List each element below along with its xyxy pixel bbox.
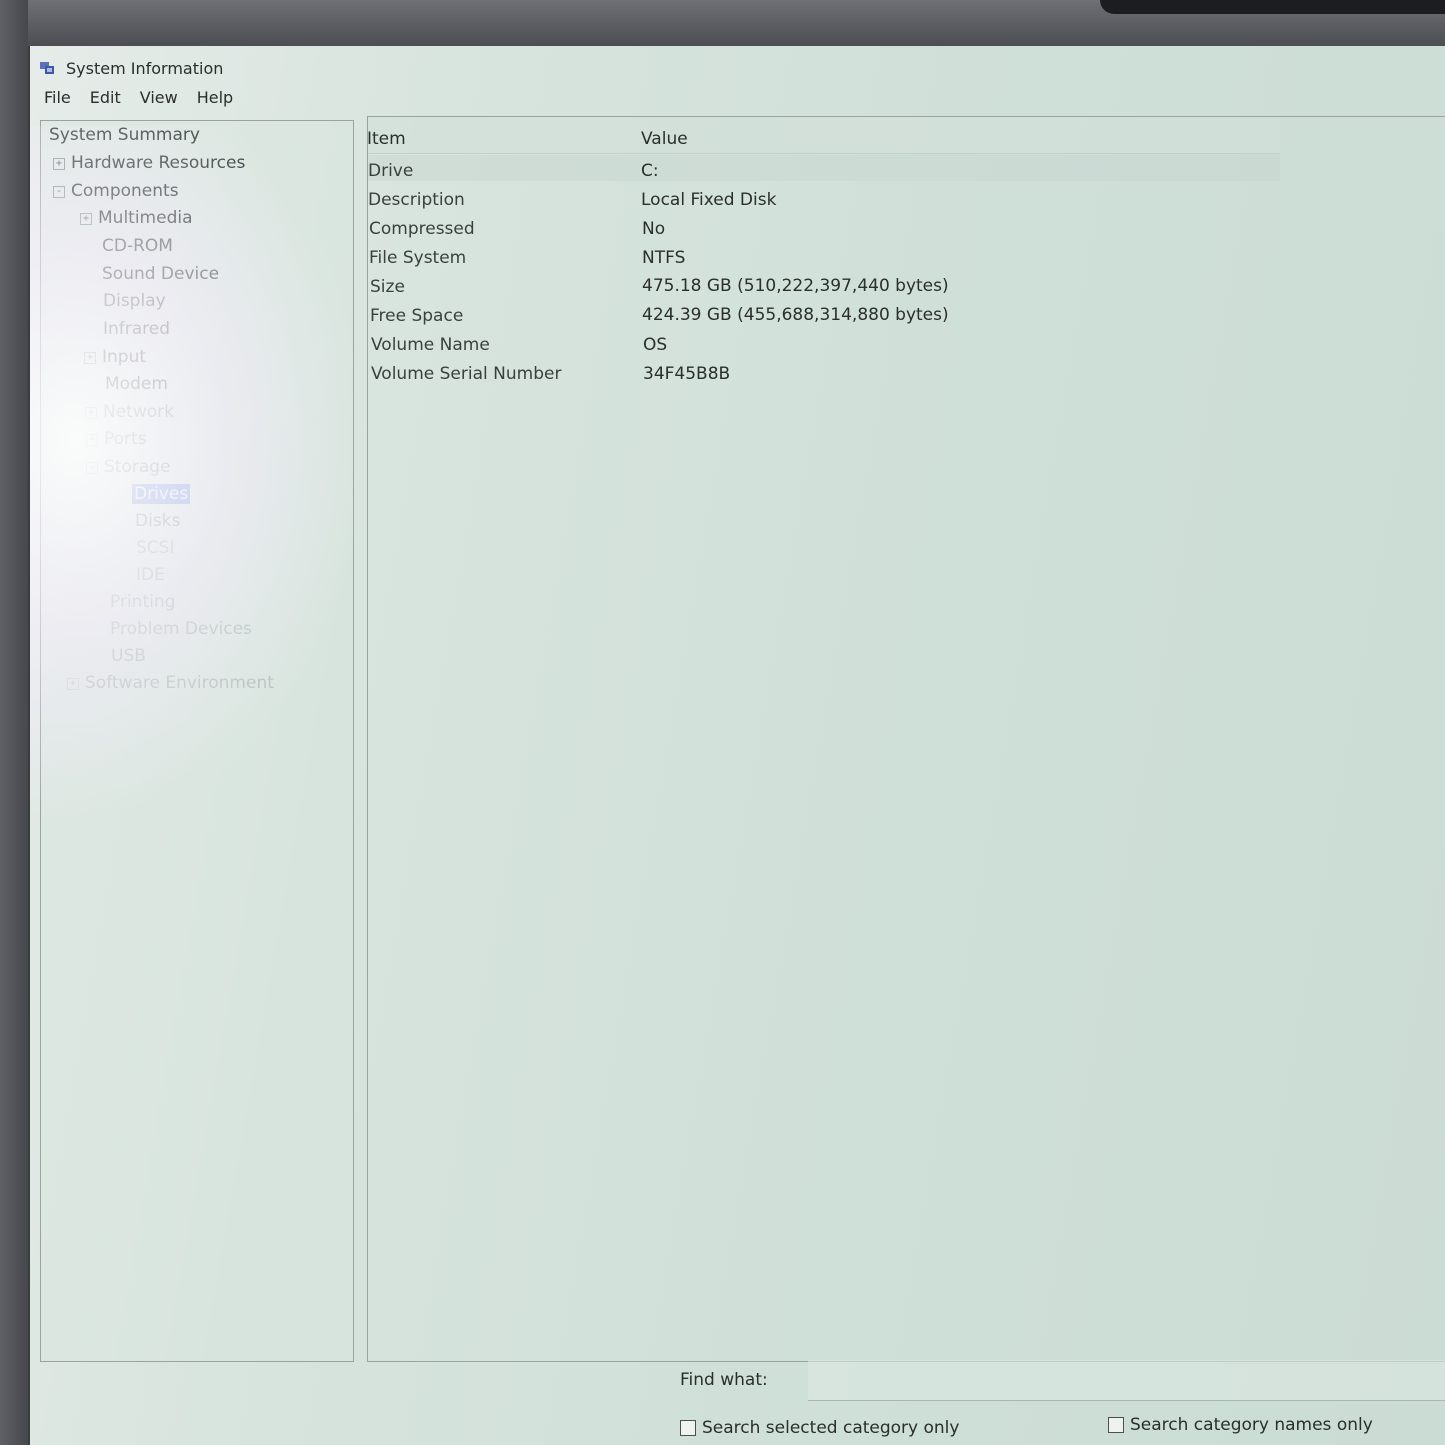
- expand-icon[interactable]: +: [84, 352, 96, 364]
- tree-item-label: Software Environment: [85, 673, 274, 693]
- expand-icon[interactable]: +: [67, 678, 79, 690]
- tree-item-disks[interactable]: Disks: [135, 511, 180, 531]
- tree-item-label: System Summary: [49, 125, 200, 145]
- menu-file[interactable]: File: [44, 86, 80, 112]
- tree-item-label: SCSI: [136, 538, 175, 558]
- search-selected-category-checkbox[interactable]: Search selected category only: [680, 1418, 959, 1438]
- tree-item-problem-devices[interactable]: Problem Devices: [110, 619, 252, 639]
- monitor-bezel-left: [0, 0, 28, 1445]
- tree-item-system-summary[interactable]: System Summary: [49, 125, 200, 145]
- tree-item-label: Printing: [110, 592, 176, 612]
- tree-item-network[interactable]: + Network: [85, 402, 174, 422]
- tree-item-storage[interactable]: - Storage: [86, 457, 171, 477]
- category-tree[interactable]: System Summary + Hardware Resources - Comp…: [40, 120, 354, 1362]
- list-header: [368, 117, 1280, 154]
- tree-item-input[interactable]: + Input: [84, 347, 146, 367]
- menu-edit[interactable]: Edit: [90, 86, 130, 112]
- checkbox-box[interactable]: [680, 1420, 696, 1436]
- row-item-file-system: File System: [369, 248, 467, 268]
- tree-item-ide[interactable]: IDE: [136, 565, 165, 585]
- collapse-icon[interactable]: -: [53, 186, 65, 198]
- column-header-label: Value: [641, 129, 688, 149]
- menu-view[interactable]: View: [140, 86, 187, 112]
- row-item-size: Size: [370, 277, 405, 297]
- column-header-value[interactable]: Value: [641, 129, 688, 149]
- tree-item-software-environment[interactable]: + Software Environment: [67, 673, 274, 693]
- tree-item-label: Input: [102, 347, 147, 367]
- expand-icon[interactable]: +: [53, 158, 65, 170]
- tree-item-multimedia[interactable]: + Multimedia: [80, 208, 193, 228]
- system-information-icon: [40, 62, 54, 74]
- tree-item-cd-rom[interactable]: CD-ROM: [102, 236, 173, 256]
- tree-item-hardware-resources[interactable]: + Hardware Resources: [53, 153, 245, 173]
- tree-item-usb[interactable]: USB: [111, 646, 146, 666]
- row-value-description: Local Fixed Disk: [641, 190, 777, 210]
- menu-bar: File Edit View Help: [44, 86, 252, 112]
- checkbox-label: Search selected category only: [702, 1418, 960, 1438]
- search-category-names-checkbox[interactable]: Search category names only: [1108, 1415, 1373, 1435]
- find-what-input[interactable]: [808, 1360, 1445, 1401]
- row-highlight: [368, 155, 1280, 181]
- tree-item-infrared[interactable]: Infrared: [103, 319, 170, 339]
- tree-item-label: Network: [103, 402, 174, 422]
- expand-icon[interactable]: +: [80, 213, 92, 225]
- tree-item-label: IDE: [136, 565, 165, 585]
- row-item-volume-serial-number: Volume Serial Number: [371, 364, 562, 384]
- row-value-size: 475.18 GB (510,222,397,440 bytes): [642, 276, 949, 296]
- system-information-window: System Information File Edit View Help S…: [30, 46, 1445, 1445]
- checkbox-box[interactable]: [1108, 1417, 1124, 1433]
- collapse-icon[interactable]: -: [86, 462, 98, 474]
- tree-item-scsi[interactable]: SCSI: [136, 538, 174, 558]
- checkbox-label: Search category names only: [1130, 1415, 1373, 1435]
- expand-icon[interactable]: +: [85, 407, 97, 419]
- column-header-item[interactable]: Item: [367, 129, 406, 149]
- tree-item-label: Modem: [105, 374, 168, 394]
- row-value-file-system: NTFS: [642, 248, 686, 268]
- row-item-volume-name: Volume Name: [371, 335, 490, 355]
- tree-item-display[interactable]: Display: [103, 291, 166, 311]
- tree-item-label: Hardware Resources: [71, 153, 246, 173]
- row-value-compressed: No: [642, 219, 666, 239]
- tree-item-label: Components: [71, 181, 179, 201]
- row-item-free-space: Free Space: [370, 306, 464, 326]
- tree-item-ports[interactable]: + Ports: [86, 429, 147, 449]
- title-bar: System Information: [30, 56, 1445, 82]
- row-item-compressed: Compressed: [369, 219, 475, 239]
- row-value-volume-serial-number: 34F45B8B: [643, 364, 731, 384]
- tree-item-components[interactable]: - Components: [53, 181, 179, 201]
- row-item-description: Description: [368, 190, 465, 210]
- find-what-label: Find what:: [680, 1370, 768, 1390]
- window-title: System Information: [66, 59, 224, 78]
- tree-item-label: CD-ROM: [102, 236, 173, 256]
- row-value-volume-name: OS: [643, 335, 668, 355]
- row-value-free-space: 424.39 GB (455,688,314,880 bytes): [642, 305, 949, 325]
- menu-help[interactable]: Help: [197, 86, 242, 112]
- monitor-bezel-notch: [1100, 0, 1445, 14]
- row-value-drive: C:: [641, 161, 659, 181]
- tree-item-modem[interactable]: Modem: [105, 374, 168, 394]
- tree-item-label: Sound Device: [102, 264, 220, 284]
- tree-item-printing[interactable]: Printing: [110, 592, 175, 612]
- tree-item-label: Display: [103, 291, 166, 311]
- expand-icon[interactable]: +: [86, 434, 98, 446]
- tree-item-label: USB: [111, 646, 146, 666]
- tree-item-sound-device[interactable]: Sound Device: [102, 264, 219, 284]
- tree-item-label: Infrared: [103, 319, 171, 339]
- tree-item-label: Disks: [135, 511, 181, 531]
- tree-item-label: Storage: [104, 457, 171, 477]
- details-list[interactable]: Item Value Drive C: Description Local Fi…: [367, 116, 1445, 1362]
- column-header-label: Item: [367, 129, 406, 149]
- tree-item-drives[interactable]: Drives: [132, 484, 191, 504]
- tree-item-label: Problem Devices: [110, 619, 252, 639]
- tree-item-label: Drives: [132, 484, 191, 504]
- tree-item-label: Ports: [104, 429, 147, 449]
- row-item-drive: Drive: [368, 161, 414, 181]
- tree-item-label: Multimedia: [98, 208, 193, 228]
